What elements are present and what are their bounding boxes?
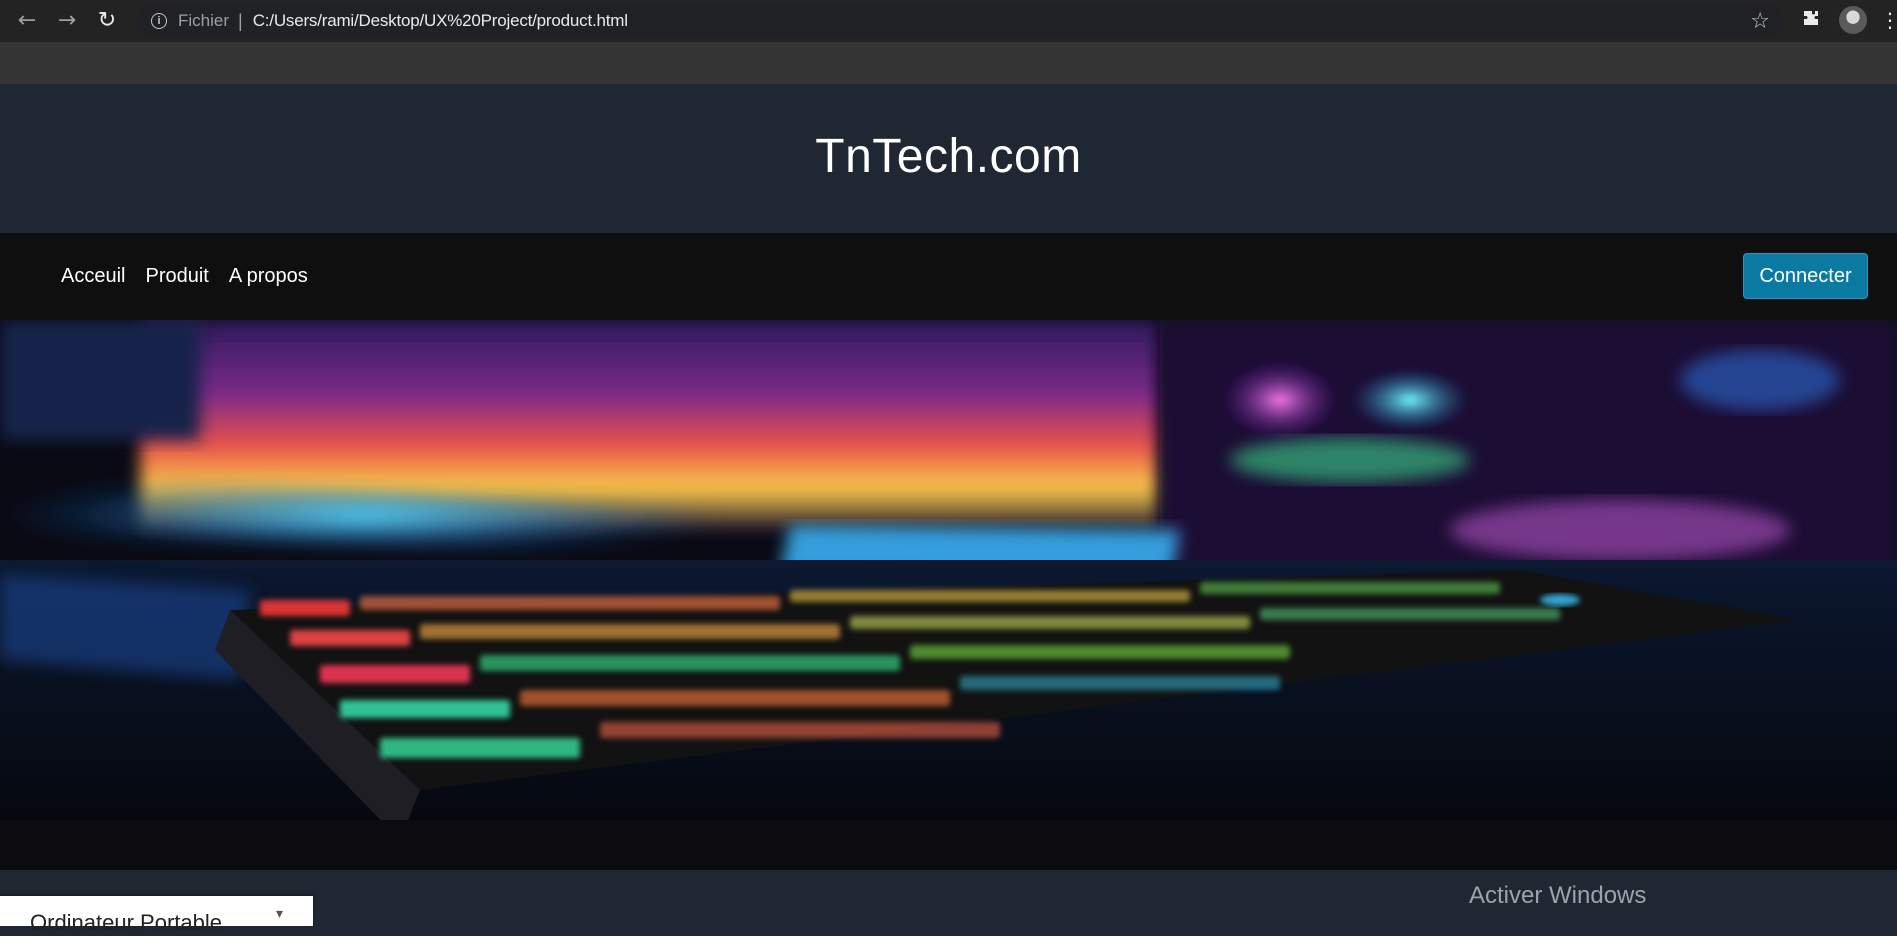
kebab-menu-icon[interactable]: ⋮ bbox=[1880, 6, 1897, 34]
caret-icon[interactable]: ▾ bbox=[276, 906, 283, 922]
address-bar[interactable]: i Fichier | C:/Users/rami/Desktop/UX%20P… bbox=[136, 4, 1784, 38]
scheme-label: Fichier bbox=[178, 11, 230, 30]
category-panel[interactable]: Ordinateur Portable ▾ bbox=[0, 896, 313, 935]
nav-links: Acceuil Produit A propos bbox=[61, 233, 308, 320]
info-icon[interactable]: i bbox=[151, 13, 167, 29]
activate-windows-watermark: Activer Windows bbox=[1469, 882, 1647, 909]
address-divider: | bbox=[238, 10, 243, 31]
nav-link-produit[interactable]: Produit bbox=[145, 265, 208, 288]
navbar: Acceuil Produit A propos bbox=[0, 233, 1897, 320]
profile-avatar[interactable] bbox=[1839, 6, 1867, 34]
hero-image bbox=[0, 320, 1897, 870]
browser-toolbar: ← → ↻ i Fichier | C:/Users/rami/Desktop/… bbox=[0, 0, 1897, 84]
star-icon[interactable]: ☆ bbox=[1750, 9, 1770, 34]
url-text[interactable]: C:/Users/rami/Desktop/UX%20Project/produ… bbox=[253, 11, 628, 31]
connect-button[interactable]: Connecter bbox=[1743, 253, 1868, 299]
back-icon[interactable]: ← bbox=[13, 6, 41, 34]
nav-link-acceuil[interactable]: Acceuil bbox=[61, 265, 125, 288]
reload-icon[interactable]: ↻ bbox=[93, 6, 121, 34]
site-header: TnTech.com bbox=[0, 84, 1897, 233]
site-title: TnTech.com bbox=[815, 130, 1082, 183]
nav-link-a-propos[interactable]: A propos bbox=[229, 265, 308, 288]
puzzle-icon[interactable] bbox=[1800, 8, 1822, 30]
forward-icon[interactable]: → bbox=[53, 6, 81, 34]
category-label: Ordinateur Portable bbox=[30, 910, 222, 935]
